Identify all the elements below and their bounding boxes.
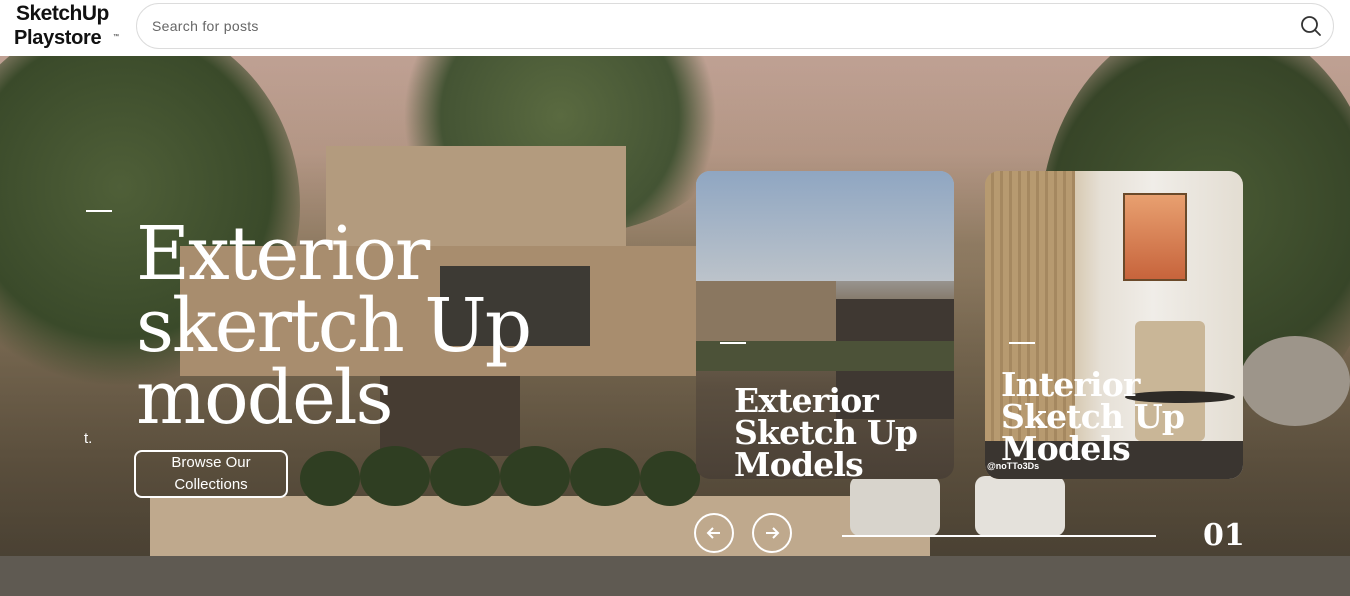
next-slide-button[interactable] (752, 513, 792, 553)
browse-collections-button[interactable]: Browse Our Collections (134, 450, 288, 498)
hero-slider: Exterior skertch Up models t. Browse Our… (0, 56, 1350, 596)
hero-title: Exterior skertch Up models (136, 211, 532, 441)
card-watermark: @noTTo3Ds (987, 461, 1040, 471)
card-sky-image (696, 171, 954, 281)
prev-slide-button[interactable] (694, 513, 734, 553)
site-logo[interactable]: SketchUp Playstore ™ (14, 2, 124, 52)
site-header: SketchUp Playstore ™ (0, 0, 1350, 56)
search-icon[interactable] (1299, 14, 1323, 38)
search-bar (136, 3, 1334, 49)
card-accent-line (1009, 342, 1035, 344)
logo-trademark: ™ (113, 34, 119, 40)
hero-stray-text: t. (84, 430, 93, 447)
arrow-right-icon (766, 527, 780, 539)
logo-text-playstore: Playstore (14, 27, 102, 49)
card-building-image (696, 281, 836, 341)
logo-text-sketchup: SketchUp (16, 2, 109, 25)
slide-card-interior[interactable]: Interior Sketch Up Models @noTTo3Ds (985, 171, 1243, 479)
card-painting (1123, 193, 1187, 281)
card-accent-line (720, 342, 746, 344)
slide-card-exterior[interactable]: Exterior Sketch Up Models (696, 171, 954, 479)
slide-progress-bar (842, 535, 1156, 537)
arrow-left-icon (706, 527, 720, 539)
card-hedge (696, 341, 954, 371)
slide-counter: 01 (1203, 518, 1245, 553)
hero-accent-line (86, 210, 112, 212)
search-input[interactable] (152, 4, 1252, 48)
card-title-exterior: Exterior Sketch Up Models (734, 381, 918, 479)
card-title-interior: Interior Sketch Up Models (1001, 365, 1185, 468)
